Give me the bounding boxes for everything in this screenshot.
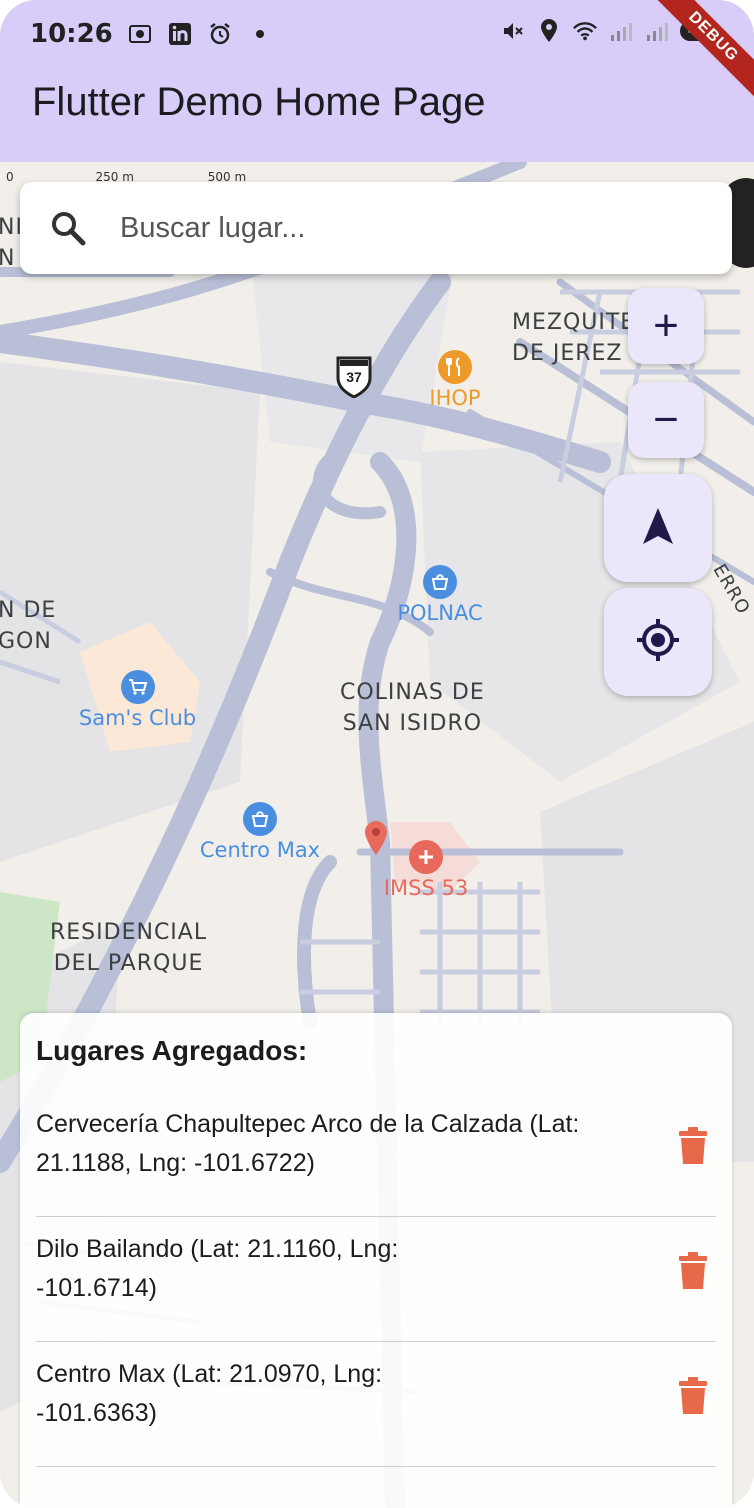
dot-icon bbox=[247, 21, 273, 47]
delete-icon[interactable] bbox=[678, 1377, 708, 1417]
delete-icon[interactable] bbox=[678, 1252, 708, 1292]
poi-ihop[interactable]: IHOP bbox=[420, 350, 490, 410]
alarm-icon bbox=[207, 21, 233, 47]
search-icon bbox=[48, 208, 88, 248]
road-shield-label: 37 bbox=[346, 369, 362, 385]
mute-icon bbox=[500, 18, 526, 44]
poi-centro-max[interactable]: Centro Max bbox=[190, 802, 330, 862]
places-panel-title: Lugares Agregados: bbox=[36, 1035, 308, 1066]
signal-icon bbox=[644, 18, 670, 44]
zoom-in-button[interactable]: + bbox=[628, 288, 704, 364]
shopping-bag-icon bbox=[243, 802, 277, 836]
shopping-cart-icon bbox=[120, 670, 155, 704]
list-item[interactable]: Centro Max (Lat: 21.0970, Lng: -101.6363… bbox=[36, 1341, 716, 1467]
wifi-icon bbox=[572, 18, 598, 44]
poi-imss-53[interactable]: IMSS 53 bbox=[376, 840, 476, 900]
poi-centro-max-label: Centro Max bbox=[199, 838, 321, 862]
road-shield-37: 37 bbox=[336, 356, 372, 398]
places-panel: Lugares Agregados: Cervecería Chapultepe… bbox=[20, 1013, 732, 1508]
poi-imss-53-label: IMSS 53 bbox=[383, 876, 469, 900]
delete-icon[interactable] bbox=[678, 1127, 708, 1167]
phone-screen: 0 250 m 500 m 37 MEZQUITE DE JEREZ COLIN… bbox=[0, 0, 754, 1508]
map-label-residencial: RESIDENCIAL DEL PARQUE bbox=[50, 920, 208, 976]
scale-zero-label: 0 bbox=[6, 170, 14, 184]
map-label-colinas: COLINAS DE SAN ISIDRO bbox=[340, 680, 485, 736]
zoom-in-label: + bbox=[653, 301, 679, 350]
linkedin-icon bbox=[167, 21, 193, 47]
signal-icon bbox=[608, 18, 634, 44]
list-item[interactable]: Dilo Bailando (Lat: 21.1160, Lng: -101.6… bbox=[36, 1216, 716, 1342]
poi-sams-club[interactable]: Sam's Club bbox=[70, 670, 205, 730]
poi-polnac-label: POLNAC bbox=[397, 601, 483, 625]
status-time: 10:26 bbox=[30, 19, 113, 49]
navigate-button[interactable] bbox=[604, 474, 712, 582]
my-location-icon bbox=[635, 617, 681, 668]
page-title: Flutter Demo Home Page bbox=[32, 80, 486, 124]
place-item-text: Cervecería Chapultepec Arco de la Calzad… bbox=[36, 1110, 580, 1177]
shopping-bag-icon bbox=[423, 565, 457, 599]
search-bar[interactable] bbox=[20, 182, 732, 274]
map-marker-pin[interactable] bbox=[364, 820, 388, 856]
app-bar: 10:26 Flutter Demo Home Page bbox=[0, 0, 754, 162]
restaurant-icon bbox=[438, 350, 472, 384]
screen-record-icon bbox=[127, 21, 153, 47]
poi-sams-club-label: Sam's Club bbox=[78, 706, 197, 730]
hospital-icon bbox=[409, 840, 443, 874]
list-item[interactable]: Cervecería Chapultepec Arco de la Calzad… bbox=[36, 1091, 716, 1217]
location-icon bbox=[536, 18, 562, 44]
map-label-left-fragment: N DE GON bbox=[0, 598, 57, 654]
search-input[interactable] bbox=[118, 210, 682, 246]
zoom-out-label: − bbox=[653, 395, 679, 444]
place-item-text: Dilo Bailando (Lat: 21.1160, Lng: -101.6… bbox=[36, 1235, 399, 1302]
zoom-out-button[interactable]: − bbox=[628, 382, 704, 458]
map-label-mezquite: MEZQUITE DE JEREZ bbox=[512, 310, 636, 366]
poi-polnac[interactable]: POLNAC bbox=[385, 565, 495, 625]
navigation-arrow-icon bbox=[641, 506, 675, 551]
my-location-button[interactable] bbox=[604, 588, 712, 696]
poi-ihop-label: IHOP bbox=[429, 386, 481, 410]
place-item-text: Centro Max (Lat: 21.0970, Lng: -101.6363… bbox=[36, 1360, 383, 1427]
status-bar: 10:26 bbox=[30, 14, 273, 54]
